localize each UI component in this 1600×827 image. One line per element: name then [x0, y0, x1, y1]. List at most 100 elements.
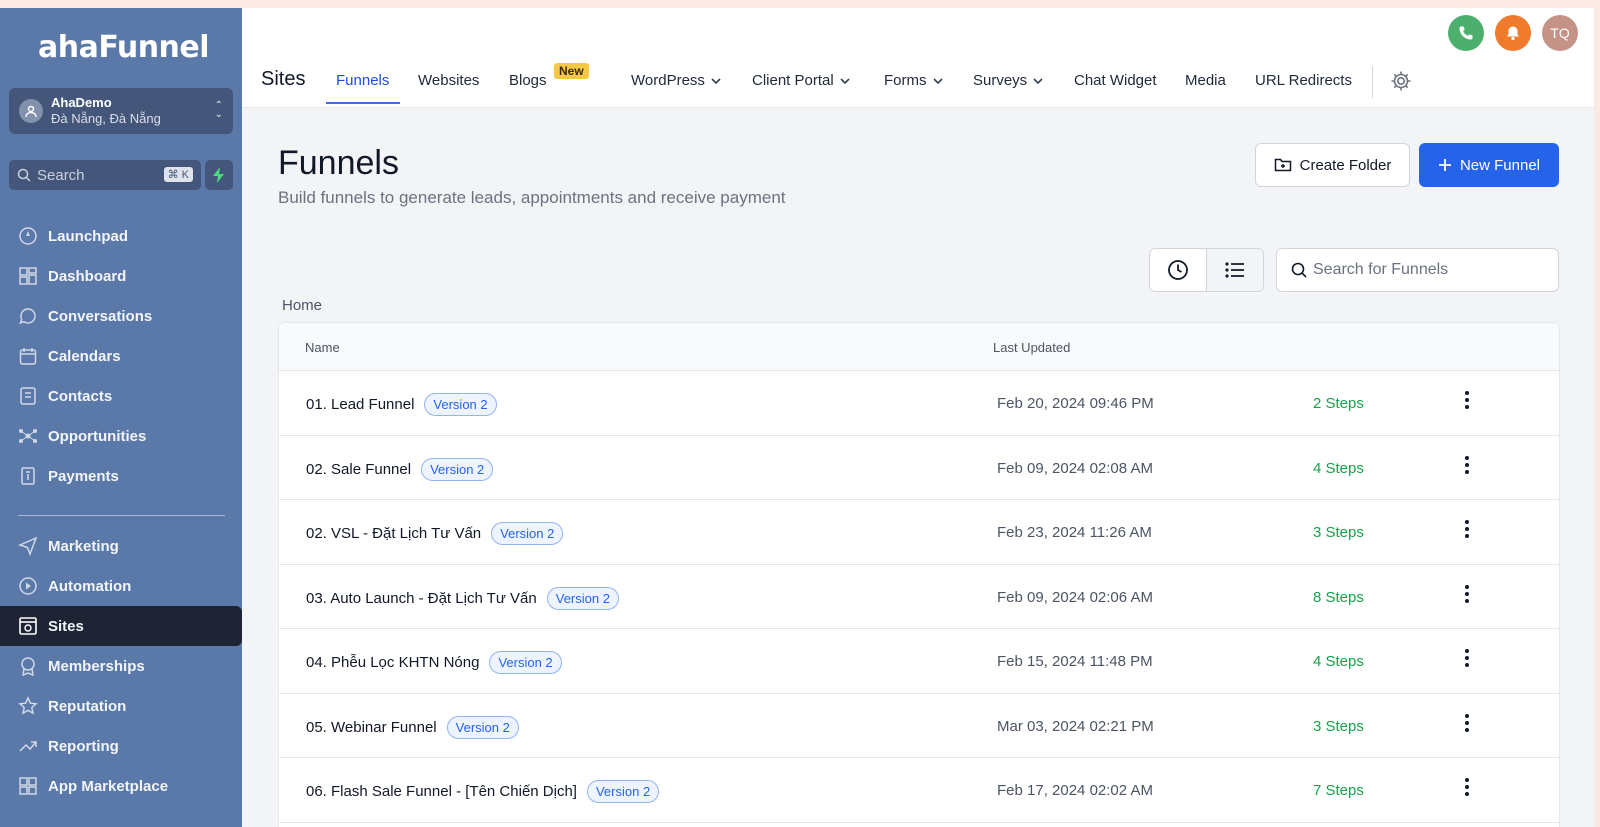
last-updated: Feb 23, 2024 11:26 AM	[997, 524, 1152, 541]
funnel-name[interactable]: 04. Phễu Lọc KHTN Nóng	[306, 654, 479, 671]
phone-button[interactable]	[1448, 15, 1484, 51]
sidebar-item-calendars[interactable]: Calendars	[0, 336, 242, 376]
create-folder-button[interactable]: Create Folder	[1255, 143, 1410, 187]
table-row[interactable]: 02. Sale Funnel Version 2 Feb 09, 2024 02…	[279, 436, 1559, 500]
tab-websites[interactable]: Websites	[418, 72, 479, 89]
sidebar-item-app-marketplace[interactable]: App Marketplace	[0, 766, 242, 806]
page-subtitle: Build funnels to generate leads, appoint…	[278, 188, 786, 207]
sidebar-item-label: App Marketplace	[48, 777, 169, 795]
more-options-icon[interactable]	[1464, 712, 1470, 734]
sidebar-item-payments[interactable]: Payments	[0, 456, 242, 496]
sidebar-item-memberships[interactable]: Memberships	[0, 646, 242, 686]
search-placeholder: Search for Funnels	[1313, 261, 1449, 278]
funnel-search-input[interactable]: Search for Funnels	[1276, 248, 1559, 292]
sidebar-item-automation[interactable]: Automation	[0, 566, 242, 606]
active-tab-indicator	[326, 102, 400, 104]
search-icon	[17, 168, 31, 182]
memberships-icon	[21, 657, 35, 676]
quick-action-button[interactable]	[205, 160, 233, 190]
sidebar-item-reputation[interactable]: Reputation	[0, 686, 242, 726]
recent-view-button[interactable]	[1150, 249, 1206, 291]
more-options-icon[interactable]	[1464, 647, 1470, 669]
bell-icon	[1507, 26, 1519, 41]
last-updated: Feb 09, 2024 02:06 AM	[997, 588, 1153, 606]
sidebar-item-launchpad[interactable]: Launchpad	[0, 216, 242, 256]
column-name[interactable]: Name	[305, 340, 340, 355]
funnel-name[interactable]: 01. Lead Funnel	[306, 396, 414, 413]
chevron-down-icon	[711, 78, 721, 85]
sidebar-item-contacts[interactable]: Contacts	[0, 376, 242, 416]
plus-icon	[1438, 159, 1451, 171]
top-bar: Sites Funnels Websites Blogs New WordPre…	[242, 8, 1594, 108]
more-options-icon[interactable]	[1464, 518, 1470, 540]
create-folder-label: Create Folder	[1299, 156, 1392, 174]
new-funnel-button[interactable]: New Funnel	[1419, 143, 1559, 187]
search-placeholder: Search	[37, 166, 85, 184]
sidebar-divider	[18, 515, 225, 516]
version-badge: Version 2	[489, 651, 562, 674]
tab-url-redirects[interactable]: URL Redirects	[1255, 72, 1352, 89]
location-icon	[19, 99, 43, 123]
tab-funnels[interactable]: Funnels	[336, 72, 389, 89]
breadcrumb[interactable]: Home	[282, 297, 322, 314]
star-icon	[18, 696, 38, 715]
trend-icon	[19, 741, 37, 752]
steps-count: 2 Steps	[1313, 395, 1364, 412]
tab-forms[interactable]: Forms	[884, 72, 943, 89]
tab-label: Forms	[884, 72, 927, 89]
sidebar-item-label: Payments	[48, 467, 119, 485]
main-content: Funnels Build funnels to generate leads,…	[242, 108, 1594, 827]
steps-count: 8 Steps	[1313, 588, 1364, 606]
sidebar-item-reporting[interactable]: Reporting	[0, 726, 242, 766]
funnel-name[interactable]: 02. VSL - Đặt Lịch Tư Vấn	[306, 525, 481, 542]
table-row[interactable]: 04. Phễu Lọc KHTN Nóng Version 2 Feb 15, …	[279, 629, 1559, 694]
tab-wordpress[interactable]: WordPress	[631, 72, 721, 89]
funnel-name[interactable]: 05. Webinar Funnel	[306, 719, 437, 736]
tab-separator	[1372, 66, 1373, 98]
tab-client-portal[interactable]: Client Portal	[752, 72, 850, 89]
search-icon	[1291, 262, 1307, 278]
sidebar-item-marketing[interactable]: Marketing	[0, 526, 242, 566]
more-options-icon[interactable]	[1464, 776, 1470, 798]
steps-count: 7 Steps	[1313, 782, 1364, 799]
more-options-icon[interactable]	[1464, 454, 1470, 476]
list-view-button[interactable]	[1206, 249, 1263, 291]
sidebar-item-conversations[interactable]: Conversations	[0, 296, 242, 336]
chevron-down-icon	[1033, 78, 1043, 85]
account-switcher[interactable]: AhaDemo Đà Nẵng, Đà Nẵng ⌃ ⌄	[9, 88, 233, 134]
steps-count: 4 Steps	[1313, 459, 1364, 477]
table-row[interactable]: 02. VSL - Đặt Lịch Tư Vấn Version 2 Feb 2…	[279, 500, 1559, 565]
sidebar-item-label: Contacts	[48, 387, 113, 405]
column-last-updated[interactable]: Last Updated	[993, 340, 1070, 355]
last-updated: Feb 17, 2024 02:02 AM	[997, 782, 1153, 799]
table-row[interactable]: 01. Lead Funnel Version 2 Feb 20, 2024 09…	[279, 371, 1559, 436]
steps-count: 3 Steps	[1313, 717, 1364, 735]
tab-chat-widget[interactable]: Chat Widget	[1074, 72, 1157, 89]
funnels-table: Name Last Updated 01. Lead Funnel Version…	[278, 322, 1560, 827]
table-row[interactable]: 06. Flash Sale Funnel - [Tên Chiến Dịch]…	[279, 758, 1559, 823]
sidebar-item-label: Reputation	[48, 697, 127, 715]
table-row[interactable]: 05. Webinar Funnel Version 2 Mar 03, 2024…	[279, 694, 1559, 758]
tab-media[interactable]: Media	[1185, 72, 1226, 89]
sidebar-search[interactable]: Search ⌘ K	[9, 160, 201, 190]
sidebar-item-opportunities[interactable]: Opportunities	[0, 416, 242, 456]
bolt-icon	[213, 167, 224, 183]
list-icon	[1225, 262, 1244, 278]
funnel-name[interactable]: 03. Auto Launch - Đặt Lịch Tư Vấn	[306, 590, 537, 607]
sidebar-nav-bottom: Marketing Automation Sites Memberships R…	[0, 526, 242, 806]
more-options-icon[interactable]	[1464, 583, 1470, 605]
notifications-button[interactable]	[1495, 15, 1531, 51]
more-options-icon[interactable]	[1464, 389, 1470, 411]
funnel-name[interactable]: 06. Flash Sale Funnel - [Tên Chiến Dịch]	[306, 783, 577, 800]
tab-blogs[interactable]: Blogs	[509, 72, 547, 89]
app-logo: ahaFunnel	[38, 30, 210, 65]
chevron-updown-icon: ⌃ ⌄	[214, 100, 223, 120]
table-row[interactable]: 03. Auto Launch - Đặt Lịch Tư Vấn Version…	[279, 565, 1559, 629]
gear-icon[interactable]	[1390, 70, 1412, 92]
avatar[interactable]: TQ	[1542, 15, 1578, 51]
chevron-down-icon	[840, 78, 850, 85]
funnel-name[interactable]: 02. Sale Funnel	[306, 461, 411, 478]
tab-surveys[interactable]: Surveys	[973, 72, 1043, 89]
sidebar-item-dashboard[interactable]: Dashboard	[0, 256, 242, 296]
sidebar-item-sites[interactable]: Sites	[0, 606, 242, 646]
